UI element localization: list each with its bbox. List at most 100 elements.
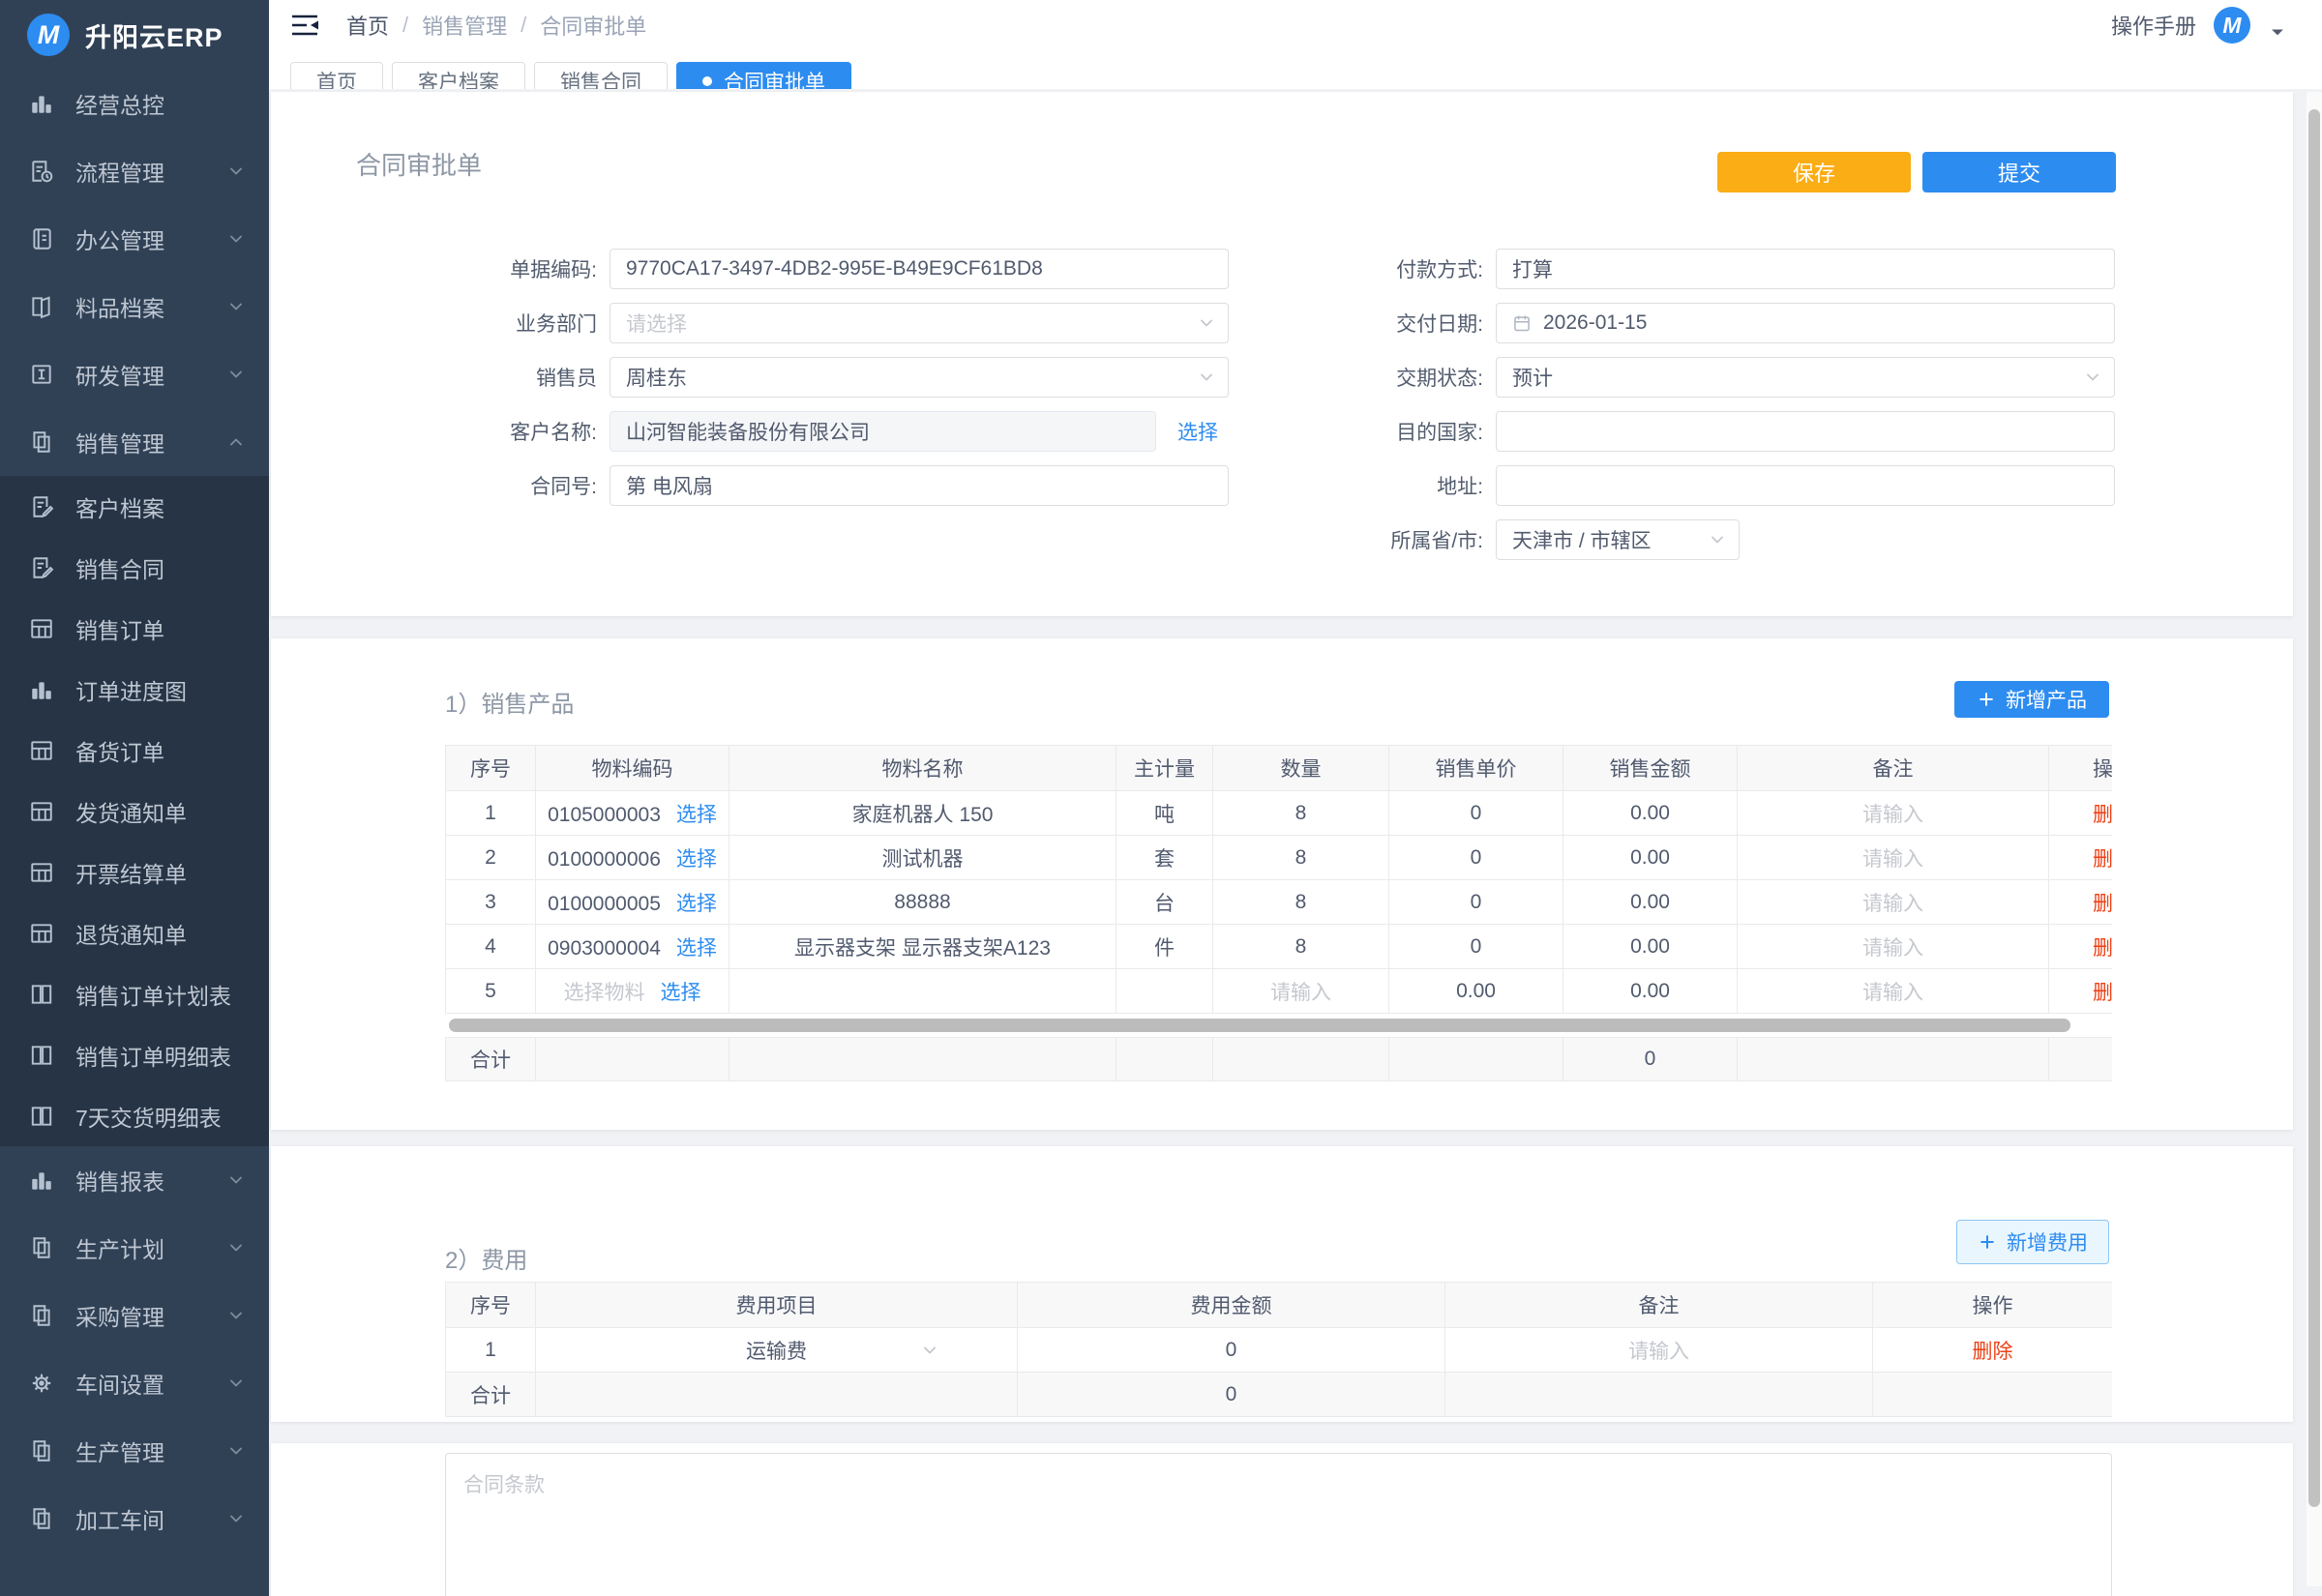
user-avatar[interactable]: M: [2214, 7, 2250, 44]
note-cell[interactable]: 请输入: [1738, 925, 2049, 969]
qty-value: 请输入: [1270, 982, 1331, 1004]
address-input[interactable]: [1496, 465, 2115, 506]
save-button[interactable]: 保存: [1717, 152, 1911, 192]
sidebar-item-process-mgmt[interactable]: 流程管理: [0, 137, 269, 205]
price-cell[interactable]: 0: [1389, 791, 1563, 836]
note-cell[interactable]: 请输入: [1738, 836, 2049, 880]
delete-row-button[interactable]: 删除: [1973, 1341, 2013, 1363]
note-cell[interactable]: 请输入: [1445, 1328, 1873, 1373]
tab-contract-approval[interactable]: 合同审批单: [676, 62, 851, 89]
contract-terms-textarea[interactable]: 合同条款: [445, 1453, 2112, 1596]
amount-cell[interactable]: 0.00: [1563, 880, 1738, 925]
note-placeholder: 请输入: [1862, 937, 1923, 960]
sidebar-item-office-mgmt[interactable]: 办公管理: [0, 205, 269, 273]
breadcrumb-sales-mgmt[interactable]: 销售管理: [422, 10, 507, 41]
products-total-row: 合计0: [445, 1037, 2112, 1081]
delivery-date-date[interactable]: 2026-01-15: [1496, 303, 2115, 343]
delete-row-button[interactable]: 删除: [2093, 937, 2112, 960]
amount-cell[interactable]: 0.00: [1563, 836, 1738, 880]
destination-country-input[interactable]: [1496, 411, 2115, 452]
qty-cell[interactable]: 8: [1213, 836, 1389, 880]
material-select-link[interactable]: 选择: [676, 937, 717, 960]
fee-item-select[interactable]: 运输费: [536, 1336, 1017, 1365]
sidebar-item-label: 经营总控: [75, 87, 246, 120]
sidebar-item-order-progress[interactable]: 订单进度图: [0, 659, 269, 720]
price-cell[interactable]: 0: [1389, 880, 1563, 925]
qty-cell[interactable]: 8: [1213, 791, 1389, 836]
sidebar-item-overview[interactable]: 经营总控: [0, 70, 269, 137]
sidebar-item-sales-mgmt[interactable]: 销售管理: [0, 408, 269, 476]
material-name-cell: 家庭机器人 150: [729, 791, 1116, 836]
sidebar-item-rd-mgmt[interactable]: 研发管理: [0, 340, 269, 408]
products-hscrollbar[interactable]: [445, 1019, 2112, 1032]
sidebar-item-processing-workshop[interactable]: 加工车间: [0, 1485, 269, 1552]
delete-row-button[interactable]: 删除: [2093, 804, 2112, 826]
material-code-cell: 0100000006选择: [536, 836, 729, 880]
sidebar-item-workshop-settings[interactable]: 车间设置: [0, 1349, 269, 1417]
sidebar-item-sales-order-plan[interactable]: 销售订单计划表: [0, 963, 269, 1024]
sidebar-item-sales-report[interactable]: 销售报表: [0, 1146, 269, 1214]
products-hscrollbar-thumb[interactable]: [449, 1019, 2070, 1032]
menu-fold-icon[interactable]: [290, 13, 319, 38]
qty-cell[interactable]: 8: [1213, 880, 1389, 925]
amount-cell[interactable]: 0.00: [1563, 791, 1738, 836]
form-row-delivery-date: 交付日期:2026-01-15: [1241, 303, 2115, 343]
contract-no-input[interactable]: 第 电风扇: [610, 465, 1229, 506]
note-cell[interactable]: 请输入: [1738, 969, 2049, 1014]
amount-cell[interactable]: 0.00: [1563, 969, 1738, 1014]
caret-down-icon[interactable]: [2268, 22, 2287, 42]
salesperson-select[interactable]: 周桂东: [610, 357, 1229, 398]
sidebar-item-sales-contract[interactable]: 销售合同: [0, 537, 269, 598]
material-select-link[interactable]: 选择: [661, 982, 701, 1004]
fee-amount-cell[interactable]: 0: [1018, 1328, 1445, 1373]
doc-code-input[interactable]: 9770CA17-3497-4DB2-995E-B49E9CF61BD8: [610, 249, 1229, 289]
delete-row-button[interactable]: 删除: [2093, 893, 2112, 915]
manual-link[interactable]: 操作手册: [2111, 10, 2196, 41]
add-fee-button[interactable]: 新增费用: [1956, 1220, 2109, 1264]
seq-cell: 1: [446, 1328, 536, 1373]
sidebar-item-invoice-settlement[interactable]: 开票结算单: [0, 842, 269, 902]
province-city-cascader[interactable]: 天津市 / 市辖区: [1496, 519, 1740, 560]
price-cell[interactable]: 0.00: [1389, 969, 1563, 1014]
note-cell[interactable]: 请输入: [1738, 880, 2049, 925]
payment-method-input[interactable]: 打算: [1496, 249, 2115, 289]
sidebar-item-production-mgmt[interactable]: 生产管理: [0, 1417, 269, 1485]
sidebar-item-purchasing-mgmt[interactable]: 采购管理: [0, 1282, 269, 1349]
sidebar-item-stock-order[interactable]: 备货订单: [0, 720, 269, 781]
window-scrollbar-thumb[interactable]: [2308, 109, 2320, 1507]
material-select-link[interactable]: 选择: [676, 893, 717, 915]
note-placeholder: 请输入: [1862, 893, 1923, 915]
sidebar-item-sales-order-detail[interactable]: 销售订单明细表: [0, 1024, 269, 1085]
qty-cell[interactable]: 请输入: [1213, 969, 1389, 1014]
delete-row-button[interactable]: 删除: [2093, 982, 2112, 1004]
sidebar-item-sales-order[interactable]: 销售订单: [0, 598, 269, 659]
amount-cell[interactable]: 0.00: [1563, 925, 1738, 969]
sidebar-item-return-notice[interactable]: 退货通知单: [0, 902, 269, 963]
breadcrumb-home[interactable]: 首页: [346, 10, 389, 41]
sidebar-item-customer-archive[interactable]: 客户档案: [0, 476, 269, 537]
material-select-link[interactable]: 选择: [676, 804, 717, 826]
price-cell[interactable]: 0: [1389, 836, 1563, 880]
form-row-province-city: 所属省/市:天津市 / 市辖区: [1241, 519, 2115, 560]
sidebar-item-material-archive[interactable]: 料品档案: [0, 273, 269, 340]
delete-row-button[interactable]: 删除: [2093, 848, 2112, 871]
delivery-status-select[interactable]: 预计: [1496, 357, 2115, 398]
sidebar-item-production-plan[interactable]: 生产计划: [0, 1214, 269, 1282]
customer-name-select-link[interactable]: 选择: [1177, 417, 1218, 446]
table-icon: [29, 738, 54, 763]
qty-value: 8: [1295, 935, 1307, 958]
tab-customer-archive[interactable]: 客户档案: [392, 62, 525, 89]
qty-cell[interactable]: 8: [1213, 925, 1389, 969]
sidebar-item-label: 生产管理: [75, 1434, 205, 1467]
note-cell[interactable]: 请输入: [1738, 791, 2049, 836]
submit-button[interactable]: 提交: [1922, 152, 2116, 192]
price-cell[interactable]: 0: [1389, 925, 1563, 969]
material-select-link[interactable]: 选择: [676, 848, 717, 871]
window-scrollbar[interactable]: [2307, 92, 2322, 1586]
sidebar-item-7day-delivery-detail[interactable]: 7天交货明细表: [0, 1085, 269, 1146]
tab-home[interactable]: 首页: [290, 62, 383, 89]
tab-sales-contract[interactable]: 销售合同: [534, 62, 668, 89]
business-dept-select[interactable]: 请选择: [610, 303, 1229, 343]
add-product-button[interactable]: 新增产品: [1954, 681, 2109, 718]
sidebar-item-shipping-notice[interactable]: 发货通知单: [0, 781, 269, 842]
